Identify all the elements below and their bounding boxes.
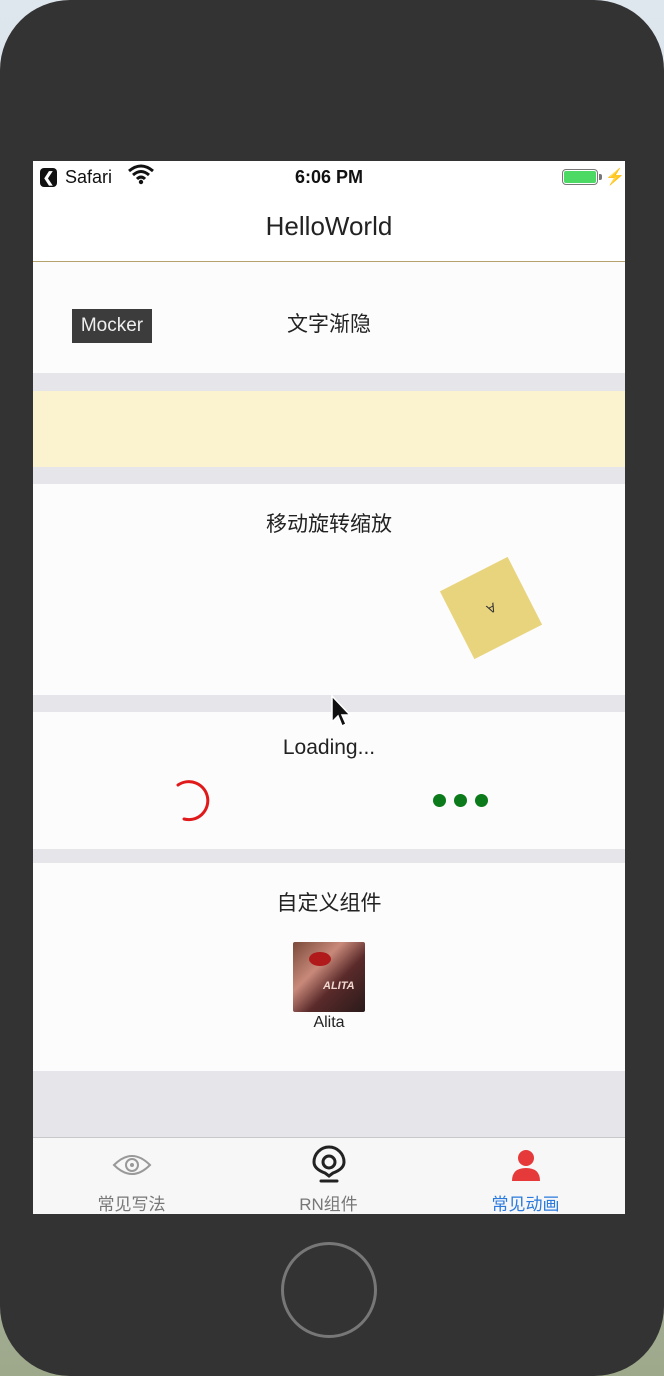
poster-logo: ALITA [323, 980, 355, 992]
tab-rn-components[interactable]: RN组件 [230, 1138, 427, 1214]
section-divider [33, 467, 625, 484]
tab-bar: 常见写法 RN组件 常见动画 [33, 1137, 625, 1214]
mouse-cursor-icon [331, 694, 352, 728]
loading-dot [475, 794, 488, 807]
mocker-label: Mocker [72, 309, 152, 343]
navigation-bar: HelloWorld [33, 195, 625, 262]
alita-poster-image[interactable]: ALITA [293, 942, 365, 1012]
custom-section-title: 自定义组件 [276, 892, 382, 915]
transform-section-title: 移动旋转缩放 [266, 513, 392, 536]
spinner-icon [176, 780, 210, 822]
tab-label: 常见动画 [491, 1195, 560, 1214]
tab-label: 常见写法 [97, 1195, 166, 1214]
loading-dots [433, 794, 488, 807]
battery-icon [562, 169, 602, 185]
transform-section: 移动旋转缩放 [33, 484, 625, 695]
poster-caption: Alita [313, 1014, 345, 1031]
tab-common-writing[interactable]: 常见写法 [33, 1138, 230, 1214]
bottom-filler [33, 1071, 625, 1137]
person-icon [511, 1150, 540, 1181]
loading-dot [433, 794, 446, 807]
loading-section: Loading... [33, 712, 625, 849]
app-screen: ❮ Safari 6:06 PM ⚡ HelloWorld 文字渐隐 Mocke… [33, 161, 625, 1214]
square-label: A [483, 599, 499, 617]
location-pin-icon [311, 1145, 346, 1183]
eye-icon [112, 1155, 151, 1175]
animated-bar [33, 391, 625, 467]
loading-dot [454, 794, 467, 807]
page-title: HelloWorld [265, 211, 393, 241]
fade-section: 文字渐隐 Mocker [33, 262, 625, 373]
section-divider [33, 849, 625, 863]
home-button[interactable] [281, 1242, 377, 1338]
charging-icon: ⚡ [605, 169, 625, 186]
tab-common-animation[interactable]: 常见动画 [427, 1138, 624, 1214]
section-divider [33, 695, 625, 712]
status-bar: ❮ Safari 6:06 PM ⚡ [33, 161, 625, 195]
tab-label: RN组件 [299, 1195, 358, 1214]
loading-section-title: Loading... [282, 736, 376, 759]
section-divider [33, 373, 625, 391]
status-time: 6:06 PM [294, 167, 364, 187]
